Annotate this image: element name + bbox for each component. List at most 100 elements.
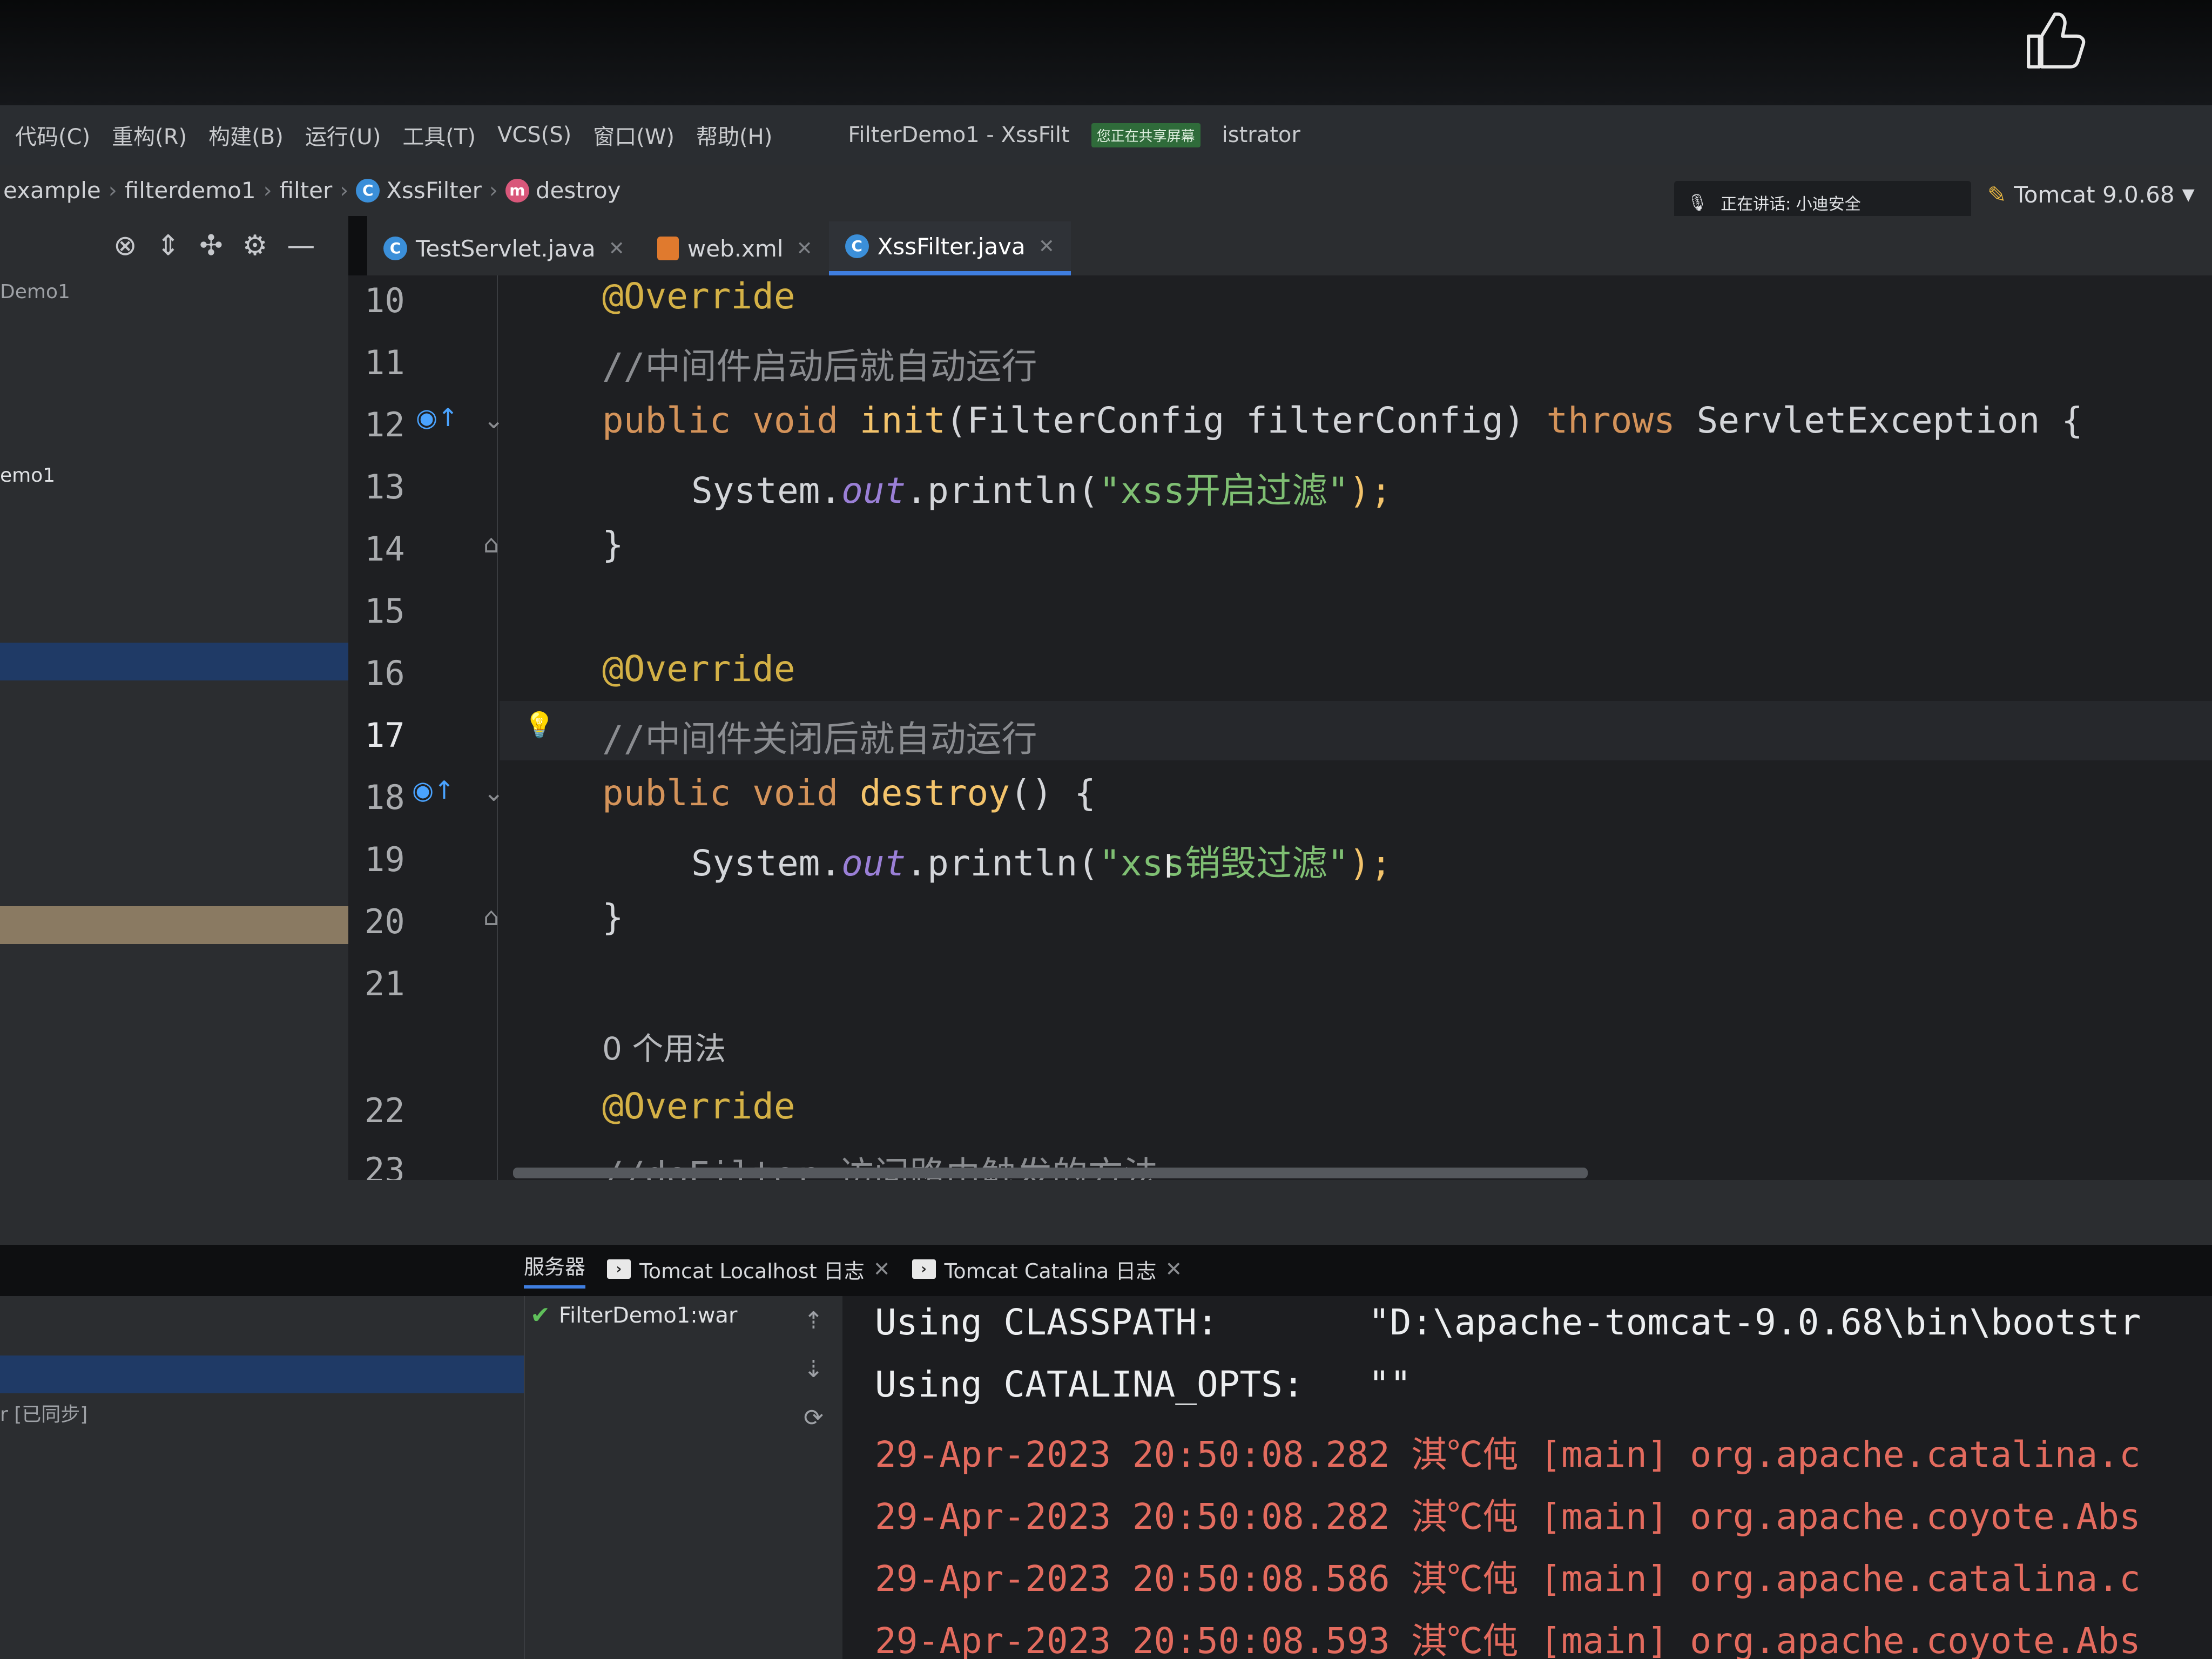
hide-panel-icon[interactable]: — (287, 230, 315, 262)
console-line: 29-Apr-2023 20:50:08.282 淇℃伅 [main] org.… (875, 1434, 2141, 1475)
close-icon[interactable]: ✕ (1038, 235, 1055, 258)
close-icon[interactable]: ✕ (796, 238, 812, 260)
lightbulb-icon[interactable]: 💡 (524, 710, 555, 740)
breadcrumb-item-folder[interactable]: filter (280, 177, 333, 204)
override-method-icon[interactable]: ◉↑ (412, 775, 455, 805)
deployment-item[interactable]: ✔ FilterDemo1:war (530, 1301, 737, 1329)
menu-bar: 代码(C) 重构(R) 构建(B) 运行(U) 工具(T) VCS(S) 窗口(… (0, 105, 2212, 165)
console-line: Using CLASSPATH: "D:\apache-tomcat-9.0.6… (875, 1301, 2141, 1343)
menu-code[interactable]: 代码(C) (15, 119, 90, 151)
menu-tools[interactable]: 工具(T) (402, 119, 476, 151)
code-line: public void init(FilterConfig filterConf… (602, 400, 2083, 441)
fold-end-icon[interactable]: ⌂ (483, 529, 499, 558)
close-icon[interactable]: ✕ (1165, 1257, 1182, 1281)
code-line: System.out.println("xss销毁过滤"); (691, 842, 1392, 884)
code-editor[interactable]: 10 11 12 13 14 15 16 17 18 19 20 21 22 2… (348, 275, 2212, 1180)
line-number: 15 (365, 591, 405, 631)
class-icon: C (383, 237, 407, 260)
menu-window[interactable]: 窗口(W) (593, 119, 675, 151)
tab-tomcat-catalina-log[interactable]: › Tomcat Catalina 日志 ✕ (912, 1255, 1182, 1284)
console-line: 29-Apr-2023 20:50:08.586 淇℃伅 [main] org.… (875, 1558, 2141, 1600)
tab-tomcat-localhost-log[interactable]: › Tomcat Localhost 日志 ✕ (607, 1255, 891, 1284)
speaking-text: 正在讲话: 小迪安全 (1721, 195, 1861, 214)
fold-end-icon[interactable]: ⌂ (483, 902, 499, 931)
microphone-icon: 🎙 (1687, 193, 1708, 212)
terminal-icon: › (912, 1259, 936, 1279)
window-title-tail: istrator (1222, 123, 1300, 147)
close-icon[interactable]: ✕ (873, 1257, 891, 1281)
breadcrumb-item-class[interactable]: C XssFilter (356, 177, 482, 204)
code-line: @Override (602, 648, 795, 690)
line-number: 14 (365, 529, 405, 569)
expand-icon[interactable]: ⇕ (157, 230, 180, 262)
breadcrumb-item-subpackage[interactable]: filterdemo1 (125, 177, 256, 204)
console-output[interactable]: Using CLASSPATH: "D:\apache-tomcat-9.0.6… (842, 1296, 2212, 1659)
bottom-panel-header (0, 1180, 2212, 1245)
xml-file-icon (657, 237, 679, 260)
close-icon[interactable]: ✕ (609, 238, 625, 260)
class-icon: C (845, 234, 869, 258)
chevron-down-icon: ▼ (2182, 185, 2195, 204)
console-line: 29-Apr-2023 20:50:08.282 淇℃伅 [main] org.… (875, 1496, 2141, 1537)
breadcrumb-separator-icon: › (108, 178, 117, 203)
menu-build[interactable]: 构建(B) (208, 119, 284, 151)
sync-status-label: r [已同步] (0, 1404, 88, 1426)
menu-help[interactable]: 帮助(H) (696, 119, 772, 151)
line-number: 21 (365, 964, 405, 1003)
text-cursor-icon: I (1164, 848, 1174, 886)
method-icon: m (505, 178, 529, 203)
line-number: 10 (365, 281, 405, 320)
tab-server[interactable]: 服务器 (524, 1250, 586, 1289)
run-configuration-label: Tomcat 9.0.68 (2014, 181, 2175, 208)
project-sidebar: Demo1 emo1 (0, 216, 348, 1180)
project-tree-selected-row[interactable] (0, 643, 348, 680)
fold-icon[interactable]: ⌄ (483, 778, 504, 807)
bottom-left-panel: r [已同步] (0, 1296, 524, 1659)
code-line: //中间件启动后就自动运行 (602, 346, 1037, 387)
line-number: 22 (365, 1091, 405, 1130)
refresh-icon[interactable]: ⟳ (804, 1404, 824, 1432)
code-line: public void destroy() { (602, 772, 1096, 814)
check-icon: ✔ (530, 1301, 550, 1329)
line-number: 23 (365, 1150, 405, 1180)
gear-icon[interactable]: ⚙ (242, 230, 268, 262)
thumbs-up-icon[interactable] (2020, 5, 2090, 76)
collapse-all-icon[interactable]: ⊗ (113, 230, 137, 262)
menu-vcs[interactable]: VCS(S) (497, 123, 571, 147)
line-number: 12 (365, 405, 405, 444)
line-number: 18 (365, 778, 405, 817)
screen-share-badge: 您正在共享屏幕 (1091, 123, 1201, 147)
breadcrumb-separator-icon: › (489, 178, 498, 203)
tab-web-xml[interactable]: web.xml ✕ (641, 221, 829, 275)
override-method-icon[interactable]: ◉↑ (416, 403, 458, 432)
console-toolbar: ⇡ ⇣ ⟳ (788, 1296, 842, 1659)
code-line: @Override (602, 1085, 795, 1127)
usage-hint[interactable]: 0 个用法 (602, 1023, 726, 1069)
fold-icon[interactable]: ⌄ (483, 405, 504, 434)
code-line: System.out.println("xss开启过滤"); (691, 470, 1392, 511)
breadcrumb-separator-icon: › (340, 178, 349, 203)
project-toolbar: ⊗ ⇕ ✣ ⚙ — (113, 216, 315, 275)
code-line: } (602, 524, 624, 565)
breadcrumb-item-method[interactable]: m destroy (505, 177, 621, 204)
code-line: //中间件关闭后就自动运行 (602, 718, 1037, 760)
run-configuration-selector[interactable]: ✎ Tomcat 9.0.68 ▼ (1987, 176, 2195, 213)
code-line: @Override (602, 275, 795, 317)
breadcrumb-item-package[interactable]: example (3, 177, 101, 204)
menu-run[interactable]: 运行(U) (305, 119, 381, 151)
horizontal-scrollbar[interactable] (513, 1168, 1588, 1178)
tab-testservlet[interactable]: C TestServlet.java ✕ (367, 221, 641, 275)
scroll-up-icon[interactable]: ⇡ (804, 1307, 824, 1334)
console-line: Using CATALINA_OPTS: "" (875, 1364, 1412, 1405)
tab-xssfilter[interactable]: C XssFilter.java ✕ (828, 221, 1071, 275)
locate-icon[interactable]: ✣ (199, 230, 223, 262)
breadcrumb-separator-icon: › (263, 178, 272, 203)
menu-refactor[interactable]: 重构(R) (112, 119, 187, 151)
class-icon: C (356, 178, 380, 203)
line-number: 17 (365, 716, 405, 755)
scroll-down-icon[interactable]: ⇣ (804, 1355, 824, 1383)
project-tree-item[interactable]: emo1 (0, 464, 55, 487)
project-tree-highlight-row[interactable] (0, 906, 348, 944)
panel-selected-row[interactable] (0, 1355, 524, 1393)
project-tree-item[interactable]: Demo1 (0, 281, 70, 303)
